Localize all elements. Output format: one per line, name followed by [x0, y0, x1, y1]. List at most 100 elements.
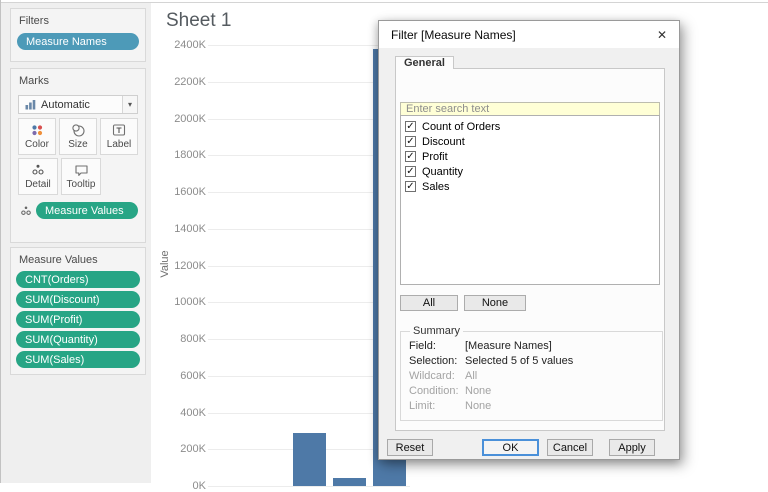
marks-button-grid: Color Size Label Detail Tooltip	[18, 118, 138, 195]
summary-row-value: Selected 5 of 5 values	[465, 355, 574, 367]
all-button[interactable]: All	[400, 295, 458, 311]
none-button[interactable]: None	[464, 295, 526, 311]
summary-row-value: [Measure Names]	[465, 340, 552, 352]
label-t-icon	[112, 124, 126, 136]
detail-button[interactable]: Detail	[18, 158, 58, 195]
checklist-item-label: Profit	[422, 150, 448, 163]
y-axis-tick-label: 2400K	[174, 39, 206, 51]
dialog-tab-panel: ✓ Count of Orders ✓ Discount ✓ Profit ✓ …	[395, 68, 665, 431]
checklist-item-label: Discount	[422, 135, 465, 148]
values-checklist: ✓ Count of Orders ✓ Discount ✓ Profit ✓ …	[400, 115, 660, 285]
filter-pill-label: Measure Names	[26, 35, 107, 48]
y-axis-tick-label: 2000K	[174, 112, 206, 125]
measure-pill-label: SUM(Quantity)	[25, 333, 98, 346]
detail-button-label: Detail	[25, 179, 51, 190]
measure-pill-cnt-orders[interactable]: CNT(Orders)	[16, 271, 140, 288]
measure-pill-sum-profit[interactable]: SUM(Profit)	[16, 311, 140, 328]
size-button[interactable]: Size	[59, 118, 97, 155]
summary-row-label: Wildcard:	[409, 370, 455, 382]
tab-general-label: General	[404, 57, 445, 69]
checkbox-checked-icon[interactable]: ✓	[405, 166, 416, 177]
mark-type-value: Automatic	[41, 98, 90, 111]
size-button-label: Size	[68, 139, 88, 150]
dialog-title: Filter [Measure Names]	[391, 27, 516, 42]
ok-button[interactable]: OK	[482, 439, 539, 456]
checklist-item-label: Sales	[422, 180, 450, 193]
filter-pill-measure-names[interactable]: Measure Names	[17, 33, 139, 50]
checklist-item-label: Quantity	[422, 165, 463, 178]
measure-pill-label: CNT(Orders)	[25, 273, 89, 286]
marks-card: Marks Automatic ▾ Color Size Label Detai…	[10, 68, 146, 243]
y-axis-tick-label: 1600K	[174, 186, 206, 198]
dialog-titlebar[interactable]: Filter [Measure Names]	[379, 21, 679, 48]
shelf-pill-measure-values[interactable]: Measure Values	[36, 202, 138, 219]
reset-button[interactable]: Reset	[387, 439, 433, 456]
summary-row-label: Selection:	[409, 355, 458, 367]
y-axis-tick-label: 1800K	[174, 149, 206, 162]
sidebar: Filters Measure Names Marks Automatic ▾	[1, 3, 151, 483]
color-button[interactable]: Color	[18, 118, 56, 155]
summary-row-limit: Limit: None	[409, 400, 654, 412]
summary-row-value: All	[465, 370, 478, 382]
tooltip-button-label: Tooltip	[66, 179, 96, 190]
measure-values-card: Measure Values CNT(Orders) SUM(Discount)…	[10, 247, 146, 375]
y-axis-tick-label: 1400K	[174, 222, 206, 235]
checklist-item-sales[interactable]: ✓ Sales	[401, 179, 659, 194]
y-axis-tick-label: 200K	[180, 443, 206, 456]
cancel-button[interactable]: Cancel	[547, 439, 593, 456]
summary-row-condition: Condition: None	[409, 385, 654, 397]
label-button[interactable]: Label	[100, 118, 138, 155]
checkbox-checked-icon[interactable]: ✓	[405, 136, 416, 147]
close-icon[interactable]: ✕	[653, 26, 671, 44]
filter-dialog: Filter [Measure Names] ✕ General ✓ Count…	[378, 20, 680, 460]
y-axis-tick-label: 2200K	[174, 75, 206, 88]
apply-button[interactable]: Apply	[609, 439, 655, 456]
measure-pill-sum-quantity[interactable]: SUM(Quantity)	[16, 331, 140, 348]
bar-quantity[interactable]	[332, 477, 366, 486]
bar-profit[interactable]	[292, 432, 326, 486]
tooltip-button[interactable]: Tooltip	[61, 158, 101, 195]
mini-bar-chart-icon	[25, 100, 36, 110]
checkbox-checked-icon[interactable]: ✓	[405, 121, 416, 132]
checklist-item-quantity[interactable]: ✓ Quantity	[401, 164, 659, 179]
checklist-item-label: Count of Orders	[422, 120, 501, 133]
checkbox-checked-icon[interactable]: ✓	[405, 181, 416, 192]
summary-row-value: None	[465, 385, 492, 397]
checkbox-checked-icon[interactable]: ✓	[405, 151, 416, 162]
filters-card: Filters Measure Names	[10, 8, 146, 62]
summary-legend: Summary	[413, 325, 461, 337]
y-axis-tick-label: 1200K	[174, 259, 206, 272]
checklist-item-count-of-orders[interactable]: ✓ Count of Orders	[401, 119, 659, 134]
search-input[interactable]	[400, 102, 660, 116]
measure-pill-label: SUM(Sales)	[25, 353, 85, 366]
measure-pill-sum-sales[interactable]: SUM(Sales)	[16, 351, 140, 368]
checklist-item-profit[interactable]: ✓ Profit	[401, 149, 659, 164]
summary-row-label: Condition:	[409, 385, 459, 397]
label-button-label: Label	[106, 139, 132, 150]
measure-pill-label: SUM(Profit)	[25, 313, 83, 326]
chevron-down-icon[interactable]: ▾	[122, 96, 137, 113]
color-dots-icon	[32, 125, 43, 136]
detail-dots-icon	[21, 205, 31, 215]
color-button-label: Color	[25, 139, 49, 150]
shelf-pill-label: Measure Values	[45, 204, 124, 217]
y-axis-tick-label: 800K	[180, 333, 206, 345]
y-axis-tick-label: 400K	[180, 406, 206, 419]
y-gridline	[208, 486, 410, 487]
tooltip-bubble-icon	[74, 165, 88, 176]
measure-values-card-title: Measure Values	[19, 254, 98, 266]
y-axis-tick-label: 0K	[192, 480, 206, 492]
checklist-item-discount[interactable]: ✓ Discount	[401, 134, 659, 149]
marks-card-title: Marks	[19, 75, 49, 87]
y-axis-tick-label: 600K	[180, 369, 206, 382]
detail-dots-icon	[32, 164, 44, 175]
summary-row-label: Field:	[409, 340, 436, 352]
measure-pill-label: SUM(Discount)	[25, 293, 100, 306]
summary-row-label: Limit:	[409, 400, 436, 412]
marks-shelf-row: Measure Values	[20, 202, 138, 219]
mark-type-dropdown[interactable]: Automatic ▾	[18, 95, 138, 114]
window-left-border	[0, 0, 1, 483]
measure-pill-sum-discount[interactable]: SUM(Discount)	[16, 291, 140, 308]
window-top-border	[0, 2, 768, 3]
tab-general[interactable]: General	[395, 56, 454, 69]
